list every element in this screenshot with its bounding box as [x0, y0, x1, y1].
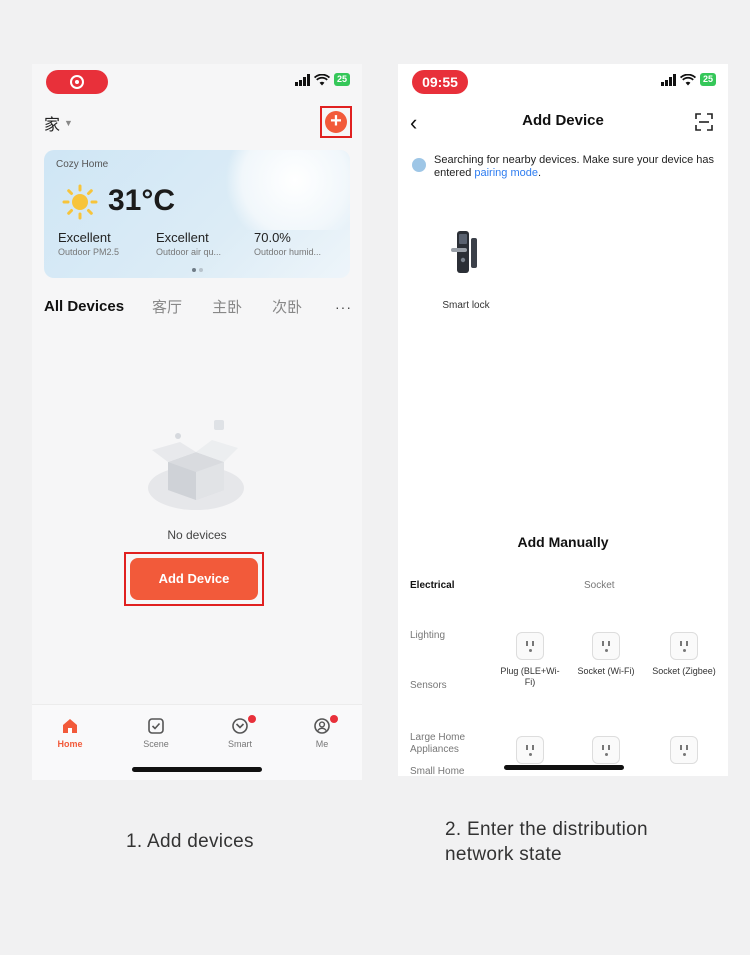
metric-label: Outdoor PM2.5 [58, 247, 120, 257]
profile-icon [314, 718, 330, 734]
page-title: Add Device [522, 112, 604, 129]
category-electrical[interactable]: Electrical [410, 580, 490, 630]
tab-me[interactable]: Me [292, 715, 352, 749]
add-plus-highlight: + [320, 106, 352, 138]
weather-metrics: Excellent Outdoor PM2.5 Excellent Outdoo… [58, 230, 334, 257]
carousel-dots [192, 268, 203, 272]
socket-icon [592, 632, 620, 660]
record-icon [70, 75, 84, 89]
add-device-button[interactable]: Add Device [130, 558, 258, 600]
sun-icon [62, 184, 98, 220]
metric-humidity: 70.0% Outdoor humid... [254, 230, 334, 257]
status-bar: 25 [32, 64, 362, 102]
socket-icon [516, 736, 544, 764]
socket-icon [592, 736, 620, 764]
metric-pm25: Excellent Outdoor PM2.5 [58, 230, 138, 257]
battery-icon: 25 [699, 73, 716, 86]
home-indicator [132, 767, 262, 772]
tab-scene[interactable]: Scene [126, 717, 186, 749]
product-tile[interactable] [574, 736, 638, 764]
temperature: 31°C [108, 184, 176, 217]
category-list: Electrical Lighting Sensors Large Home A… [410, 580, 490, 776]
screen-record-indicator [46, 70, 108, 94]
metric-label: Outdoor air qu... [156, 247, 222, 257]
found-device-label: Smart lock [442, 300, 490, 311]
category-subheader: Socket [584, 580, 615, 591]
searching-end: . [537, 167, 542, 179]
cloud-decoration [220, 150, 350, 230]
socket-icon [670, 736, 698, 764]
searching-banner: Searching for nearby devices. Make sure … [412, 154, 718, 180]
metric-value: Excellent [58, 230, 111, 245]
add-device-screen: 09:55 25 ‹ Add Device Searching for near… [398, 64, 728, 776]
wifi-icon [679, 73, 696, 85]
tab-label: Smart [227, 739, 252, 749]
signal-icon [660, 73, 676, 86]
product-label: Socket (Zigbee) [652, 666, 716, 676]
scene-icon [148, 718, 164, 734]
signal-icon [294, 73, 310, 86]
caret-down-icon: ▼ [64, 118, 73, 128]
product-tile[interactable] [498, 736, 562, 764]
status-icons: 25 [294, 73, 350, 86]
step-caption-2: 2. Enter the distribution network state [445, 819, 648, 865]
socket-icon [670, 632, 698, 660]
searching-text: Searching for nearby devices. Make sure … [434, 154, 718, 180]
tab-master-bedroom[interactable]: 主卧 [212, 296, 242, 317]
bottom-tab-bar: Home Scene Smart Me [32, 704, 362, 780]
product-tile[interactable] [652, 736, 716, 764]
home-title: Cozy Home [56, 159, 109, 170]
weather-card[interactable]: Cozy Home 31°C Excellent Outdoor PM2.5 E… [44, 150, 350, 278]
tab-all-devices[interactable]: All Devices [44, 298, 124, 315]
step-caption-1: 1. Add devices [126, 831, 254, 852]
metric-air-quality: Excellent Outdoor air qu... [156, 230, 236, 257]
wifi-icon [313, 73, 330, 85]
home-indicator [504, 765, 624, 770]
home-icon [63, 719, 77, 733]
product-label: Socket (Wi-Fi) [577, 666, 635, 676]
more-icon[interactable]: ··· [335, 299, 352, 315]
category-lighting[interactable]: Lighting [410, 630, 490, 680]
product-socket-zigbee[interactable]: Socket (Zigbee) [652, 632, 716, 677]
tab-smart[interactable]: Smart [210, 715, 270, 749]
category-large-appliances[interactable]: Large Home Appliances [410, 732, 466, 766]
empty-state-text: No devices [167, 528, 227, 542]
pairing-mode-link[interactable]: pairing mode [474, 167, 538, 179]
status-time: 09:55 [412, 70, 468, 94]
add-plus-icon[interactable]: + [325, 111, 347, 133]
empty-box-illustration [148, 420, 244, 510]
product-label: Plug (BLE+Wi-Fi) [500, 666, 560, 687]
tab-label: Scene [143, 739, 169, 749]
home-selector[interactable]: 家 ▼ [44, 111, 73, 135]
status-bar: 09:55 25 [398, 64, 728, 102]
scan-icon[interactable] [694, 112, 714, 132]
battery-icon: 25 [333, 73, 350, 86]
metric-label: Outdoor humid... [254, 247, 322, 257]
tab-label: Home [57, 739, 83, 749]
status-icons: 25 [660, 73, 716, 86]
tab-home[interactable]: Home [40, 717, 100, 749]
product-socket-wifi[interactable]: Socket (Wi-Fi) [574, 632, 638, 677]
home-screen: 25 家 ▼ + Cozy Home 31°C Excellent Outdoo… [32, 64, 362, 780]
room-tabs: All Devices 客厅 主卧 次卧 ··· [44, 296, 352, 317]
smart-lock-icon [451, 231, 477, 273]
tab-living-room[interactable]: 客厅 [152, 296, 182, 317]
found-device-smart-lock[interactable]: Smart lock [434, 230, 494, 311]
product-plug-ble-wifi[interactable]: Plug (BLE+Wi-Fi) [498, 632, 562, 688]
metric-value: 70.0% [254, 230, 291, 245]
home-name: 家 [44, 117, 61, 134]
metric-value: Excellent [156, 230, 209, 245]
add-manually-heading: Add Manually [517, 534, 609, 550]
tab-label: Me [315, 739, 329, 749]
searching-spinner-icon [412, 158, 426, 172]
category-small-home[interactable]: Small Home [410, 766, 490, 776]
notification-dot [248, 715, 256, 723]
notification-dot [330, 715, 338, 723]
category-sensors[interactable]: Sensors [410, 680, 490, 732]
tab-second-bedroom[interactable]: 次卧 [272, 296, 302, 317]
add-device-highlight: Add Device [124, 552, 264, 606]
socket-icon [516, 632, 544, 660]
smart-icon [232, 718, 248, 734]
